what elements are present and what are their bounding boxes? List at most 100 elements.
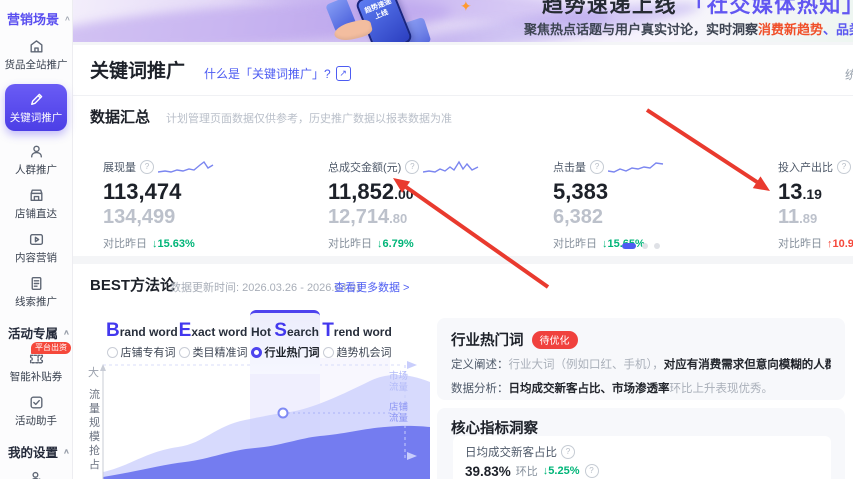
text-part: 、品类新机会 xyxy=(823,22,853,37)
sidebar-item-label: 活动助手 xyxy=(15,415,57,427)
sidebar-item-label: 关键词推广 xyxy=(9,112,63,124)
sidebar-item-label: 线索推广 xyxy=(15,296,57,308)
pagination-dot-1[interactable] xyxy=(642,243,648,249)
metric-0: 展现量? 113,474 134,499 对比昨日 ↓15.63% xyxy=(103,158,328,251)
text-part: 定义阐述： xyxy=(451,359,509,371)
svg-text:流: 流 xyxy=(89,387,100,401)
content-icon xyxy=(29,234,43,245)
text-part: 「社交媒体热知」 xyxy=(684,0,853,17)
sidebar-item-audience-promotion[interactable]: 人群推广 xyxy=(0,136,72,180)
keyword-promotion-page: 营销场景 ∧ 货品全站推广 关键词推广 人群推广 店铺直达 内容营销 线索推广 活动专属 ∧ 智… xyxy=(0,0,853,479)
metric-label: 展现量 xyxy=(103,162,136,174)
radio-trend-word[interactable] xyxy=(322,346,334,358)
tab-english-label: Hot Search xyxy=(250,320,320,341)
tab-exact-word[interactable]: Exact word 类目精准词 xyxy=(178,310,248,374)
sidebar-item-shop-direct[interactable]: 店铺直达 xyxy=(0,180,72,224)
tab-hot-search[interactable]: Hot Search 行业热门词 xyxy=(250,310,320,374)
metric-label: 投入产出比 xyxy=(778,162,833,174)
sidebar-item-smart-subsidy-coupon[interactable]: 智能补贴券 平台出资 xyxy=(0,342,72,387)
metric-sparkline xyxy=(158,160,214,173)
radio-brand-word[interactable] xyxy=(106,346,118,358)
radio-exact-word[interactable] xyxy=(178,346,190,358)
sidebar-item-label: 店铺直达 xyxy=(15,208,57,220)
metric-previous-value: 6,382 xyxy=(553,206,604,228)
sidebar-item-label: 货品全站推广 xyxy=(4,59,68,71)
analysis-line: 数据分析：日均成交新客占比、市场渗透率环比上升表现优秀。 xyxy=(451,382,831,398)
keyword-icon xyxy=(30,93,42,105)
banner-headline: 趋势速递上线 「社交媒体热知」抢先，精准捕捉 xyxy=(542,0,853,19)
question-icon[interactable]: ? xyxy=(405,160,420,174)
metric-value: 11,852.00 xyxy=(328,179,414,204)
clipped-right-text: 统 xyxy=(845,68,853,82)
question-icon[interactable]: ? xyxy=(561,445,575,459)
tab-chinese-label: 店铺专有词 xyxy=(120,347,176,359)
section-my-settings[interactable]: 我的设置 ∧ xyxy=(0,431,72,462)
sparkle-icon: ✦ xyxy=(460,0,472,14)
svg-text:流量: 流量 xyxy=(389,412,409,424)
sidebar-item-full-site-promotion[interactable]: 货品全站推广 xyxy=(0,31,72,75)
core-metric-label: 日均成交新客占比 xyxy=(465,447,557,459)
question-icon[interactable]: ? xyxy=(837,160,851,174)
metric-compare: 对比昨日 ↓15.63% xyxy=(103,238,195,250)
metric-sparkline xyxy=(423,160,479,173)
svg-text:模: 模 xyxy=(89,430,100,443)
follow-icon xyxy=(31,471,40,479)
divider xyxy=(72,95,853,96)
question-icon[interactable]: ? xyxy=(590,160,604,174)
hb-label: 环比 xyxy=(515,466,538,478)
sidebar-item-keyword-promotion[interactable]: 关键词推广 xyxy=(0,75,72,136)
text-part: 聚焦热点话题与用户真实讨论，实时洞察 xyxy=(524,22,759,37)
metric-1: 总成交金额(元)? 11,852.00 12,714.80 对比昨日 ↓6.79% xyxy=(328,158,553,251)
platform-funded-badge: 平台出资 xyxy=(31,342,71,354)
audience-icon xyxy=(30,145,42,158)
tab-english-label: Trend word xyxy=(322,320,392,341)
metric-previous-value: 11.89 xyxy=(778,206,818,228)
sidebar-item-content-marketing[interactable]: 内容营销 xyxy=(0,224,72,268)
core-metric-value: 39.83% xyxy=(465,463,511,479)
summary-note: 计划管理页面数据仅供参考，历史推广数据以报表数据为准 xyxy=(166,113,452,125)
shop-traffic-label: 店铺流量 xyxy=(389,401,409,424)
view-more-data-link[interactable]: 查看更多数据 > xyxy=(334,279,409,295)
promo-banner[interactable]: 趋势速递上线 ✦ 趋势速递上线 「社交媒体热知」抢先，精准捕捉 聚焦热点话题与用… xyxy=(72,0,853,42)
shop-icon xyxy=(29,189,43,201)
sidebar-header-label: 营销场景 xyxy=(7,12,60,27)
svg-text:占: 占 xyxy=(89,457,100,471)
right-arrow-top-icon xyxy=(407,361,417,369)
industry-hot-word-panel: 行业热门词 待优化 定义阐述：行业大词（例如口红、手机），对应有消费需求但意向模… xyxy=(437,318,845,400)
pagination-dot-0[interactable] xyxy=(622,243,636,249)
text-part: 行业大词（例如口红、手机）， xyxy=(508,359,664,371)
chevron-up-icon: ∧ xyxy=(63,328,70,336)
text-part: 数据分析： xyxy=(451,382,509,395)
metric-value: 113,474 xyxy=(103,179,182,204)
metrics-pagination xyxy=(622,243,660,249)
question-icon[interactable]: ? xyxy=(584,464,599,478)
text-part: 消费新趋势 xyxy=(758,22,824,37)
tab-chinese-label: 类目精准词 xyxy=(192,347,248,359)
tab-brand-word[interactable]: Brand word 店铺专有词 xyxy=(106,310,178,374)
metric-3: 投入产出比? 13.1911.89 对比昨日↑10.93% xyxy=(778,158,853,251)
sidebar-item-label: 内容营销 xyxy=(15,252,57,264)
chevron-up-icon: ∧ xyxy=(63,447,70,455)
radio-hot-search[interactable] xyxy=(250,346,262,358)
page-title: 关键词推广 xyxy=(90,61,186,82)
metric-compare: 对比昨日↑10.93% xyxy=(778,238,853,250)
text-part: 环比上升表现优秀。 xyxy=(669,382,774,395)
chart-marker xyxy=(277,407,289,419)
help-link-label: 什么是「关键词推广」? xyxy=(204,67,331,81)
question-icon[interactable]: ? xyxy=(140,160,154,174)
hb-value: ↓5.25% xyxy=(542,465,580,477)
pagination-dot-2[interactable] xyxy=(654,243,660,249)
svg-text:店铺: 店铺 xyxy=(389,401,408,413)
sidebar-item-label: 人群推广 xyxy=(15,164,57,176)
metric-previous-value: 12,714.80 xyxy=(328,206,408,228)
what-is-keyword-promotion-link[interactable]: 什么是「关键词推广」? ↗ xyxy=(204,65,351,82)
sidebar-section-marketing[interactable]: 营销场景 ∧ xyxy=(0,0,72,31)
y-axis-top-label: 大 xyxy=(88,365,99,379)
sidebar-item-my-follows[interactable]: 我的关注 xyxy=(0,462,72,479)
tab-trend-word[interactable]: Trend word 趋势机会词 xyxy=(322,310,392,374)
sidebar-item-campaign-assistant[interactable]: 活动助手 xyxy=(0,387,72,431)
metric-2: 点击量? 5,3836,382 对比昨日↓15.65% xyxy=(553,158,778,251)
sidebar-item-leads-promotion[interactable]: 线索推广 xyxy=(0,268,72,312)
section-campaign[interactable]: 活动专属 ∧ xyxy=(0,312,72,343)
insight-title: 行业热门词 xyxy=(451,333,524,349)
